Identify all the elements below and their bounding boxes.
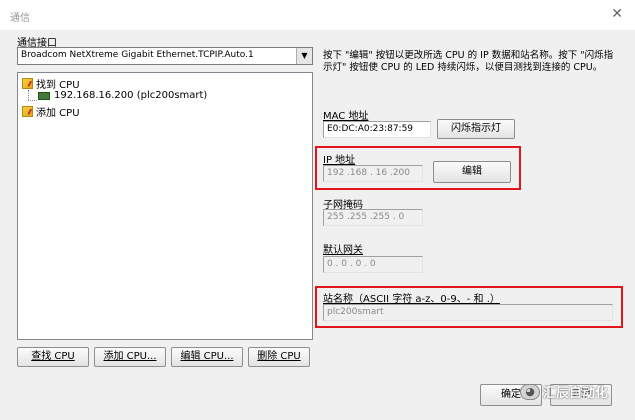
device-tree[interactable]: 找到 CPU 192.168.16.200 (plc200smart) 添加 C… [17,72,313,340]
tree-node-found-cpu[interactable]: 找到 CPU [22,76,80,91]
tree-node-add-cpu[interactable]: 添加 CPU [22,104,80,119]
add-cpu-button[interactable]: 添加 CPU... [94,347,166,367]
delete-cpu-button[interactable]: 删除 CPU [248,347,310,367]
mac-label: MAC 地址 [323,111,369,122]
device-label: 192.168.16.200 (plc200smart) [54,90,208,101]
tree-node-device[interactable]: 192.168.16.200 (plc200smart) [38,90,207,101]
close-icon[interactable]: ✕ [611,6,623,22]
gateway-field[interactable]: 0 . 0 . 0 . 0 [323,256,423,273]
interface-select[interactable]: Broadcom NetXtreme Gigabit Ethernet.TCPI… [17,47,313,65]
add-cpu-label: 添加 CPU [36,108,80,119]
gateway-label: 默认网关 [323,245,363,256]
title-bar: 通信 ✕ [0,0,635,30]
tree-connector [28,90,29,100]
ip-label: IP 地址 [323,155,356,166]
edit-cpu-button[interactable]: 编辑 CPU... [171,347,243,367]
find-cpu-button[interactable]: 查找 CPU [17,347,89,367]
window-title: 通信 [10,13,30,24]
tree-connector [28,100,37,101]
found-cpu-label: 找到 CPU [36,80,80,91]
ip-field[interactable]: 192 .168 . 16 .200 [323,165,423,182]
station-name-label: 站名称（ASCII 字符 a-z、0-9、- 和 .） [323,294,500,305]
blink-led-button[interactable]: 闪烁指示灯 [437,119,515,139]
subnet-field[interactable]: 255 .255 .255 . 0 [323,209,423,226]
station-name-field[interactable]: plc200smart [323,304,613,321]
plc-icon [38,91,50,100]
edit-ip-button[interactable]: 编辑 [433,161,511,183]
mac-field: E0:DC:A0:23:87:59 [323,121,431,138]
interface-value: Broadcom NetXtreme Gigabit Ethernet.TCPI… [21,50,254,60]
watermark: ◕ 汇辰自动化 [520,382,608,401]
wechat-icon: ◕ [520,383,540,400]
add-cpu-icon [22,106,33,117]
found-cpu-icon [22,78,33,89]
watermark-text: 汇辰自动化 [543,386,609,401]
instructions-text: 按下 "编辑" 按钮以更改所选 CPU 的 IP 数据和站名称。按下 "闪烁指示… [323,50,614,73]
chevron-down-icon[interactable]: ▼ [296,48,312,64]
